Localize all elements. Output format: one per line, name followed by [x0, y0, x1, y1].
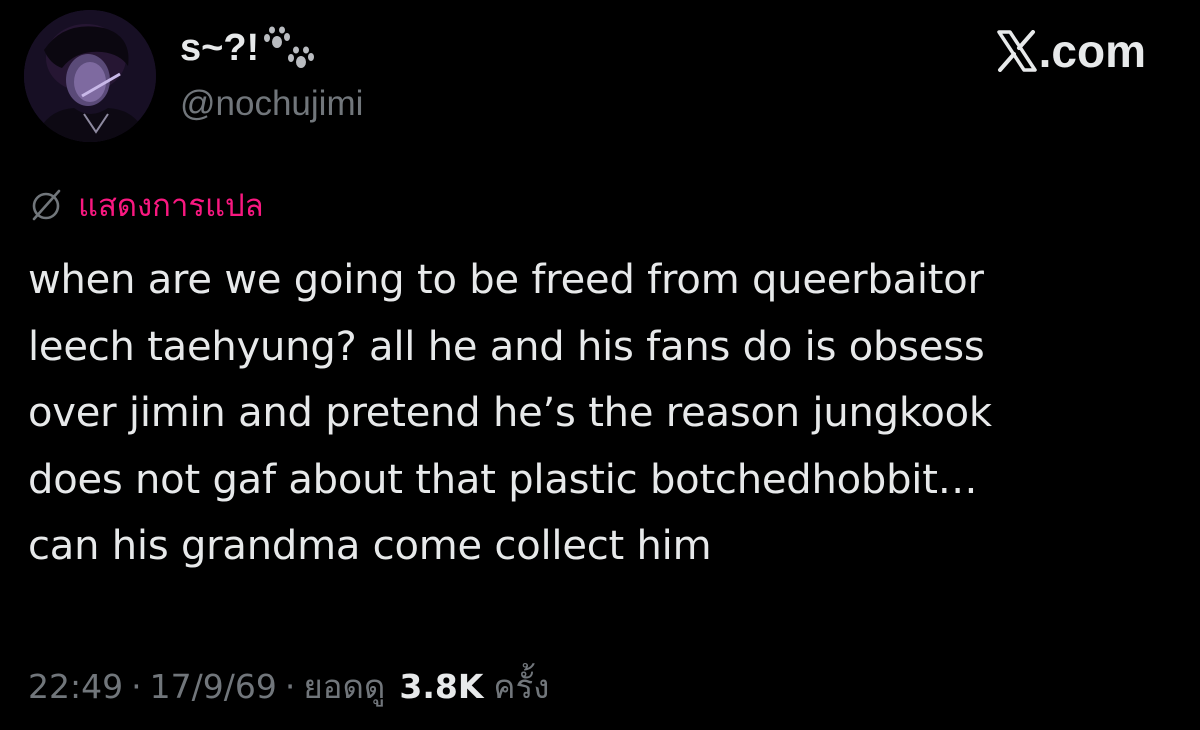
views-count[interactable]: 3.8K	[399, 667, 483, 706]
translation-label: แสดงการแปล	[78, 188, 264, 224]
display-name[interactable]: s~?!	[180, 27, 259, 70]
tweet-text-line: does not gaf about that plastic botchedh…	[28, 456, 978, 503]
brand-watermark: .com	[996, 24, 1146, 78]
user-handle[interactable]: @nochujimi	[180, 84, 363, 124]
meta-separator: ·	[284, 667, 296, 706]
tweet-time[interactable]: 22:49	[28, 667, 123, 706]
tweet-meta: 22:49 · 17/9/69 · ยอดดู 3.8K ครั้ง	[28, 660, 549, 713]
x-logo-icon	[996, 30, 1037, 72]
tweet-date[interactable]: 17/9/69	[150, 667, 277, 706]
views-label: ยอดดู	[303, 667, 386, 706]
paw-prints-icon	[264, 26, 315, 68]
display-name-row: s~?!	[180, 26, 315, 70]
views-suffix: ครั้ง	[493, 667, 550, 706]
tweet-text-line: can his grandma come collect him	[28, 523, 712, 569]
avatar-photo	[24, 10, 156, 142]
brand-domain: .com	[1038, 25, 1146, 77]
meta-separator: ·	[131, 667, 142, 706]
tweet-text: when are we going to be freed from queer…	[28, 247, 1168, 580]
tweet-text-line: when are we going to be freed from queer…	[28, 257, 984, 303]
avatar[interactable]	[24, 10, 156, 142]
show-translation-link[interactable]: แสดงการแปล	[28, 180, 264, 230]
globe-slash-icon	[32, 189, 61, 221]
tweet-text-line: over jimin and pretend he’s the reason j…	[28, 390, 992, 436]
tweet-text-line: leech taehyung? all he and his fans do i…	[28, 323, 985, 370]
